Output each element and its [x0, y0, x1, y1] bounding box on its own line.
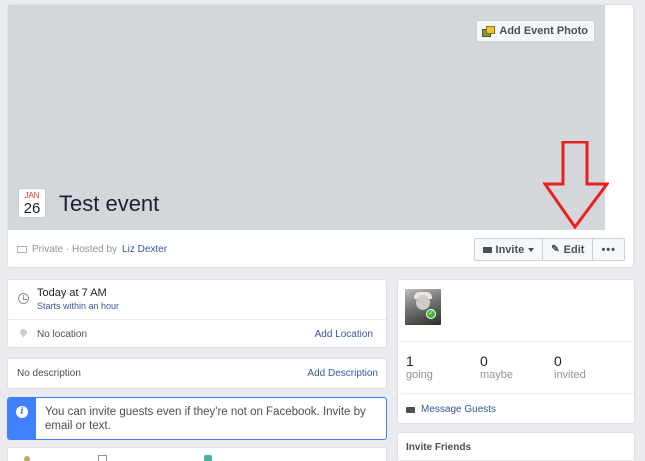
invite-button[interactable]: Invite [475, 239, 544, 260]
message-guests-link[interactable]: Message Guests [406, 404, 496, 415]
event-time-sub: Starts within an hour [37, 301, 120, 311]
add-event-photo-button[interactable]: Add Event Photo [476, 20, 595, 42]
composer-icon-a[interactable] [24, 456, 30, 461]
event-title: Test event [59, 191, 160, 216]
date-day: 26 [23, 200, 41, 217]
time-location-card: Today at 7 AM Starts within an hour No l… [7, 279, 387, 348]
stat-count: 0 [554, 353, 562, 369]
edit-button[interactable]: ✎ Edit [543, 239, 594, 260]
post-composer-strip [7, 447, 387, 461]
stat-invited[interactable]: 0 invited [554, 353, 586, 382]
description-text: No description [17, 368, 81, 379]
edit-label: Edit [563, 243, 585, 256]
chat-icon [406, 406, 415, 413]
event-actions: Invite ✎ Edit ••• [473, 238, 625, 261]
photo-icon [482, 25, 496, 37]
description-card: No description Add Description [7, 358, 387, 389]
invite-info-banner: i You can invite guests even if they're … [7, 397, 387, 440]
clock-icon [18, 293, 29, 304]
pencil-icon: ✎ [551, 244, 560, 255]
chevron-down-icon [528, 247, 535, 252]
invite-label: Invite [495, 243, 525, 256]
add-description-link[interactable]: Add Description [307, 368, 378, 379]
avatar[interactable] [405, 289, 441, 325]
event-date-badge: JAN 26 [18, 188, 46, 218]
going-check-icon: ✓ [426, 309, 436, 319]
more-options-button[interactable]: ••• [593, 239, 624, 260]
stat-maybe[interactable]: 0 maybe [480, 353, 513, 382]
add-location-link[interactable]: Add Location [315, 329, 373, 340]
stat-label: maybe [480, 369, 514, 381]
location-text: No location [37, 329, 88, 340]
divider [398, 393, 634, 394]
cover-photo-area: Add Event Photo JAN 26 Test event [8, 5, 605, 230]
composer-icon-b[interactable] [98, 455, 107, 461]
guests-card: ✓ 1 going 0 maybe 0 invited Message Gues… [397, 279, 635, 424]
info-text: You can invite guests even if they're no… [45, 406, 366, 432]
mail-icon [482, 246, 492, 253]
event-meta: Private · Hosted by Liz Dexter [17, 244, 167, 255]
event-time: Today at 7 AM [37, 287, 107, 299]
privacy-icon [17, 246, 27, 253]
stat-count: 0 [480, 353, 488, 369]
message-guests-label: Message Guests [421, 404, 497, 415]
add-event-photo-label: Add Event Photo [499, 25, 588, 37]
host-link[interactable]: Liz Dexter [122, 244, 167, 255]
red-down-arrow-annotation [543, 141, 609, 229]
stat-going[interactable]: 1 going [406, 353, 433, 382]
info-icon: i [16, 406, 28, 418]
stat-label: going [406, 369, 433, 381]
info-strip: i [8, 398, 36, 439]
composer-icon-c[interactable] [204, 455, 212, 461]
time-row: Today at 7 AM Starts within an hour [8, 280, 386, 320]
invite-friends-card: Invite Friends [397, 432, 635, 461]
location-row: No location Add Location [8, 321, 386, 348]
invite-friends-title: Invite Friends [406, 442, 472, 453]
stat-count: 1 [406, 353, 414, 369]
stat-label: invited [554, 369, 586, 381]
divider [398, 341, 634, 342]
event-header-card: Add Event Photo JAN 26 Test event Privat… [7, 4, 634, 268]
location-pin-icon [18, 327, 29, 338]
privacy-text: Private · Hosted by [32, 244, 118, 255]
